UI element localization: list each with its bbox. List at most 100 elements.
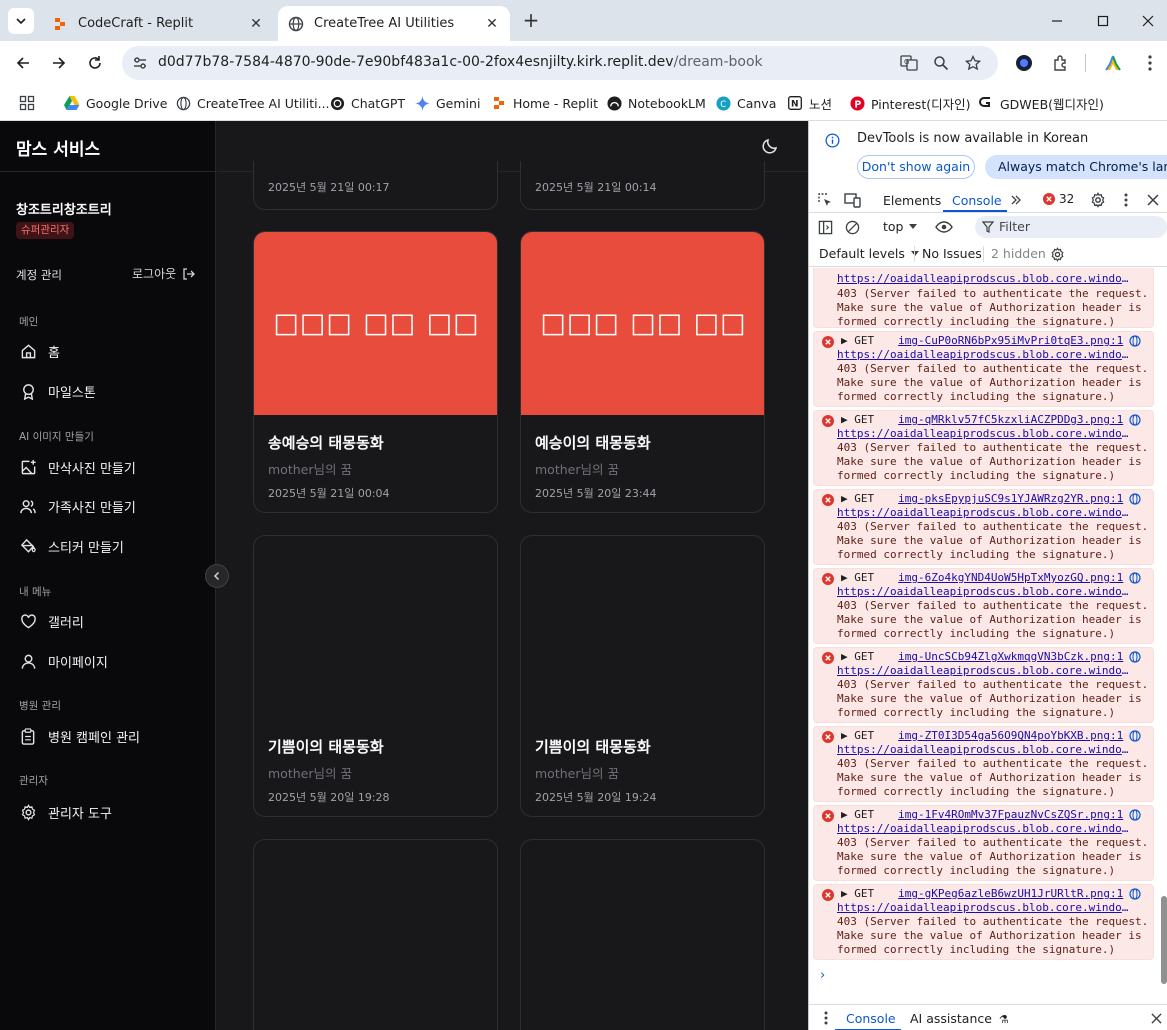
error-request-line[interactable]: ▶ GET img-CuP0oRN6bPx95iMvPri0tqE3.png:1 — [841, 334, 1141, 347]
bookmark-canva[interactable]: C Canva — [715, 94, 776, 112]
bookmark-chatgpt[interactable]: ChatGPT — [329, 94, 405, 112]
close-tab-icon[interactable]: ✕ — [248, 16, 264, 32]
inspect-element-icon[interactable] — [816, 191, 834, 209]
source-file-link[interactable]: img-UncSCb94ZlgXwkmqgVN3bCzk.png:1 — [898, 650, 1123, 663]
scrollbar-thumb[interactable] — [1161, 896, 1167, 984]
console-error-entry[interactable]: ▶ GET img-CuP0oRN6bPx95iMvPri0tqE3.png:1 h… — [813, 331, 1154, 407]
network-globe-icon[interactable] — [1129, 809, 1141, 821]
source-file-link[interactable]: img-6Zo4kgYND4UoW5HpTxMyozGQ.png:1 — [898, 571, 1123, 584]
sidebar-item-sticker[interactable]: 스티커 만들기 — [19, 535, 124, 557]
sidebar-item-campaign[interactable]: 병원 캠페인 관리 — [19, 725, 140, 747]
error-url-link[interactable]: https://oaidalleapiprodscus.blob.core.wi… — [837, 743, 1133, 756]
error-url-link[interactable]: https://oaidalleapiprodscus.blob.core.wi… — [837, 901, 1133, 914]
extension-dark-icon[interactable] — [1013, 52, 1035, 74]
sidebar-item-maternity-photo[interactable]: 만삭사진 만들기 — [19, 456, 136, 478]
live-expression-eye-icon[interactable] — [935, 218, 953, 236]
console-error-entry[interactable]: ▶ GET img-qMRklv57fC5kzxliACZPDDg3.png:1 h… — [813, 410, 1154, 486]
dream-book-card[interactable]: □□□ □□ □□ 송예승의 태몽동화 mother님의 꿈 2025년 5월 … — [253, 231, 498, 513]
console-settings-gear-icon[interactable] — [1048, 245, 1066, 263]
sidebar-item-gallery[interactable]: 갤러리 — [19, 610, 84, 632]
extensions-puzzle-icon[interactable] — [1050, 52, 1072, 74]
request-method[interactable]: ▶ GET — [841, 808, 874, 821]
dream-book-card[interactable] — [520, 839, 765, 1030]
error-url-link[interactable]: https://oaidalleapiprodscus.blob.core.wi… — [837, 585, 1133, 598]
url-text[interactable]: d0d77b78-7584-4870-90de-7e90bf483a1c-00-… — [158, 54, 763, 70]
drawer-tab-console[interactable]: Console — [846, 1011, 896, 1026]
network-globe-icon[interactable] — [1129, 335, 1141, 347]
dream-book-card[interactable]: 기쁨이의 태몽동화 mother님의 꿈 2025년 5월 20일 19:24 — [520, 535, 765, 817]
dream-book-card[interactable] — [253, 839, 498, 1030]
new-tab-button[interactable]: + — [520, 10, 542, 32]
error-request-line[interactable]: ▶ GET img-pksEpypjuSC9s1YJAWRzg2YR.png:1 — [841, 492, 1141, 505]
bookmark-google-drive[interactable]: Google Drive — [64, 94, 167, 112]
dream-book-card[interactable]: 기쁨이의 태몽동화 mother님의 꿈 2025년 5월 20일 19:28 — [253, 535, 498, 817]
console-prompt-chevron-icon[interactable]: › — [820, 968, 825, 983]
bookmark-pinterest[interactable]: P Pinterest(디자인) — [849, 94, 970, 112]
browser-tab-createtree[interactable]: CreateTree AI Utilities ✕ — [278, 6, 510, 41]
context-selector[interactable]: top — [883, 219, 918, 234]
source-file-link[interactable]: img-qMRklv57fC5kzxliACZPDDg3.png:1 — [898, 413, 1123, 426]
theme-moon-icon[interactable] — [761, 137, 779, 155]
bookmark-star-icon[interactable] — [964, 54, 982, 72]
tab-console[interactable]: Console — [952, 193, 1002, 208]
console-scrollbar[interactable] — [1159, 268, 1167, 1001]
request-method[interactable]: ▶ GET — [841, 887, 874, 900]
dream-book-card[interactable]: □□□ □□ □□ 예승이의 태몽동화 mother님의 꿈 2025년 5월 … — [520, 231, 765, 513]
zoom-icon[interactable] — [932, 54, 950, 72]
error-request-line[interactable]: ▶ GET img-gKPeg6azleB6wzUH1JrURltR.png:1 — [841, 887, 1141, 900]
network-globe-icon[interactable] — [1129, 730, 1141, 742]
maximize-button[interactable] — [1092, 10, 1114, 32]
device-toolbar-icon[interactable] — [843, 191, 861, 209]
source-file-link[interactable]: img-gKPeg6azleB6wzUH1JrURltR.png:1 — [898, 887, 1123, 900]
forward-button[interactable] — [48, 52, 70, 74]
network-globe-icon[interactable] — [1129, 651, 1141, 663]
reload-button[interactable] — [84, 52, 106, 74]
network-globe-icon[interactable] — [1129, 572, 1141, 584]
bookmark-gemini[interactable]: Gemini — [414, 94, 480, 112]
always-match-language-button[interactable]: Always match Chrome's language — [985, 155, 1167, 179]
error-url-link[interactable]: https://oaidalleapiprodscus.blob.core.wi… — [837, 272, 1133, 285]
address-bar[interactable]: d0d77b78-7584-4870-90de-7e90bf483a1c-00-… — [122, 46, 998, 80]
sidebar-item-admin-tools[interactable]: 관리자 도구 — [19, 801, 112, 823]
logout-button[interactable]: 로그아웃 — [132, 265, 196, 282]
dream-book-card[interactable]: 2025년 5월 21일 00:14 — [520, 161, 765, 210]
sidebar-item-home[interactable]: 홈 — [19, 340, 60, 362]
brand-title[interactable]: 맘스 서비스 — [16, 135, 100, 160]
request-method[interactable]: ▶ GET — [841, 729, 874, 742]
error-request-line[interactable]: ▶ GET img-6Zo4kgYND4UoW5HpTxMyozGQ.png:1 — [841, 571, 1141, 584]
bookmark-createtree[interactable]: CreateTree AI Utiliti... — [175, 94, 330, 112]
request-method[interactable]: ▶ GET — [841, 413, 874, 426]
console-log-area[interactable]: https://oaidalleapiprodscus.blob.core.wi… — [809, 268, 1167, 1001]
error-url-link[interactable]: https://oaidalleapiprodscus.blob.core.wi… — [837, 427, 1133, 440]
browser-tab-codecraft[interactable]: CodeCraft - Replit ✕ — [42, 6, 274, 41]
console-error-entry[interactable]: https://oaidalleapiprodscus.blob.core.wi… — [813, 268, 1154, 328]
error-count-badge[interactable]: 32 — [1043, 192, 1074, 206]
error-url-link[interactable]: https://oaidalleapiprodscus.blob.core.wi… — [837, 822, 1133, 835]
source-file-link[interactable]: img-CuP0oRN6bPx95iMvPri0tqE3.png:1 — [898, 334, 1123, 347]
chrome-menu-icon[interactable] — [1139, 52, 1161, 74]
minimize-button[interactable] — [1046, 10, 1068, 32]
log-levels-dropdown[interactable]: Default levels — [819, 246, 919, 261]
console-filter-input[interactable]: Filter — [975, 216, 1167, 238]
bookmark-gdweb[interactable]: GDWEB(웹디자인) — [978, 94, 1104, 112]
bookmark-notebooklm[interactable]: NotebookLM — [606, 94, 706, 112]
close-window-button[interactable] — [1137, 10, 1159, 32]
clear-console-icon[interactable] — [843, 218, 861, 236]
tab-search-button[interactable] — [8, 8, 34, 34]
bookmark-replit[interactable]: Home - Replit — [491, 94, 598, 112]
error-request-line[interactable]: ▶ GET img-qMRklv57fC5kzxliACZPDDg3.png:1 — [841, 413, 1141, 426]
more-tabs-chevron-icon[interactable] — [1007, 191, 1025, 209]
error-request-line[interactable]: ▶ GET img-ZT0I3D54ga56O9QN4poYbKXB.png:1 — [841, 729, 1141, 742]
console-error-entry[interactable]: ▶ GET img-ZT0I3D54ga56O9QN4poYbKXB.png:1 h… — [813, 726, 1154, 802]
error-url-link[interactable]: https://oaidalleapiprodscus.blob.core.wi… — [837, 506, 1133, 519]
error-request-line[interactable]: ▶ GET img-UncSCb94ZlgXwkmqgVN3bCzk.png:1 — [841, 650, 1141, 663]
request-method[interactable]: ▶ GET — [841, 571, 874, 584]
site-settings-icon[interactable] — [132, 55, 148, 71]
drawer-tab-ai-assistance[interactable]: AI assistance ⚗ — [910, 1011, 1009, 1026]
request-method[interactable]: ▶ GET — [841, 334, 874, 347]
tab-elements[interactable]: Elements — [883, 193, 941, 208]
error-url-link[interactable]: https://oaidalleapiprodscus.blob.core.wi… — [837, 664, 1133, 677]
back-button[interactable] — [12, 52, 34, 74]
network-globe-icon[interactable] — [1129, 493, 1141, 505]
more-options-icon[interactable] — [1117, 191, 1135, 209]
